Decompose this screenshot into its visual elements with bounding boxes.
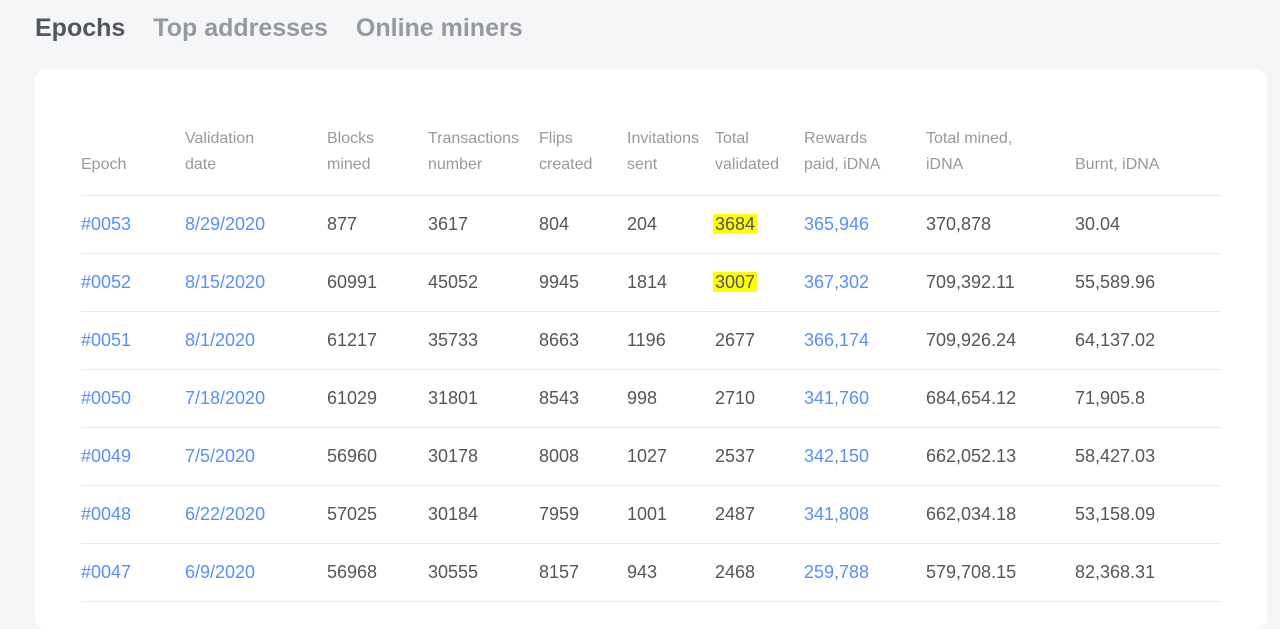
table-row: #0050 7/18/2020 61029 31801 8543 998 271… (81, 369, 1221, 428)
table-row: #0052 8/15/2020 60991 45052 9945 1814 30… (81, 253, 1221, 312)
burnt-cell: 53,158.09 (1075, 485, 1221, 544)
rewards-link[interactable]: 365,946 (804, 214, 869, 234)
total-mined-cell: 709,926.24 (926, 311, 1075, 370)
header-transactions-number: Transactions number (428, 109, 539, 196)
rewards-link[interactable]: 341,760 (804, 388, 869, 408)
transactions-cell: 35733 (428, 311, 539, 370)
rewards-link[interactable]: 342,150 (804, 446, 869, 466)
tab-top-addresses[interactable]: Top addresses (153, 14, 328, 43)
burnt-cell: 58,427.03 (1075, 427, 1221, 486)
blocks-mined-cell: 877 (327, 195, 428, 254)
total-mined-cell: 709,392.11 (926, 253, 1075, 312)
epochs-table: Epoch Validation date Blocks mined Transac… (81, 109, 1221, 602)
tab-bar: Epochs Top addresses Online miners (35, 14, 523, 43)
burnt-cell: 55,589.96 (1075, 253, 1221, 312)
flips-cell: 8543 (539, 369, 627, 428)
table-row: #0053 8/29/2020 877 3617 804 204 3684 36… (81, 195, 1221, 254)
blocks-mined-cell: 60991 (327, 253, 428, 312)
transactions-cell: 30555 (428, 543, 539, 602)
epochs-card: Epoch Validation date Blocks mined Transac… (35, 69, 1267, 629)
total-mined-cell: 370,878 (926, 195, 1075, 254)
invitations-cell: 1001 (627, 485, 715, 544)
transactions-cell: 3617 (428, 195, 539, 254)
invitations-cell: 1814 (627, 253, 715, 312)
invitations-cell: 998 (627, 369, 715, 428)
blocks-mined-cell: 56968 (327, 543, 428, 602)
date-link[interactable]: 8/1/2020 (185, 330, 255, 350)
epoch-link[interactable]: #0048 (81, 504, 131, 524)
flips-cell: 8157 (539, 543, 627, 602)
blocks-mined-cell: 57025 (327, 485, 428, 544)
invitations-cell: 943 (627, 543, 715, 602)
date-link[interactable]: 7/5/2020 (185, 446, 255, 466)
date-link[interactable]: 6/9/2020 (185, 562, 255, 582)
epoch-link[interactable]: #0049 (81, 446, 131, 466)
total-mined-cell: 684,654.12 (926, 369, 1075, 428)
validated-cell: 2710 (715, 369, 804, 428)
date-link[interactable]: 8/15/2020 (185, 272, 265, 292)
rewards-link[interactable]: 341,808 (804, 504, 869, 524)
flips-cell: 804 (539, 195, 627, 254)
validated-cell: 2537 (715, 427, 804, 486)
burnt-cell: 71,905.8 (1075, 369, 1221, 428)
date-link[interactable]: 7/18/2020 (185, 388, 265, 408)
tab-online-miners[interactable]: Online miners (356, 14, 523, 43)
rewards-link[interactable]: 259,788 (804, 562, 869, 582)
burnt-cell: 30.04 (1075, 195, 1221, 254)
tab-epochs[interactable]: Epochs (35, 14, 125, 43)
invitations-cell: 204 (627, 195, 715, 254)
total-mined-cell: 579,708.15 (926, 543, 1075, 602)
rewards-link[interactable]: 367,302 (804, 272, 869, 292)
invitations-cell: 1027 (627, 427, 715, 486)
blocks-mined-cell: 56960 (327, 427, 428, 486)
burnt-cell: 64,137.02 (1075, 311, 1221, 370)
table-header-row: Epoch Validation date Blocks mined Transac… (81, 109, 1221, 196)
blocks-mined-cell: 61217 (327, 311, 428, 370)
header-invitations-sent: Invitations sent (627, 109, 715, 196)
epoch-link[interactable]: #0047 (81, 562, 131, 582)
date-link[interactable]: 8/29/2020 (185, 214, 265, 234)
burnt-cell: 82,368.31 (1075, 543, 1221, 602)
header-validation-date: Validation date (185, 109, 327, 196)
header-blocks-mined: Blocks mined (327, 109, 428, 196)
header-rewards-paid: Rewards paid, iDNA (804, 109, 926, 196)
total-mined-cell: 662,034.18 (926, 485, 1075, 544)
date-link[interactable]: 6/22/2020 (185, 504, 265, 524)
transactions-cell: 45052 (428, 253, 539, 312)
table-row: #0049 7/5/2020 56960 30178 8008 1027 253… (81, 427, 1221, 486)
validated-highlighted: 3684 (713, 213, 758, 234)
validated-cell: 2468 (715, 543, 804, 602)
rewards-link[interactable]: 366,174 (804, 330, 869, 350)
flips-cell: 9945 (539, 253, 627, 312)
validated-cell: 2487 (715, 485, 804, 544)
header-epoch: Epoch (81, 109, 185, 196)
table-row: #0047 6/9/2020 56968 30555 8157 943 2468… (81, 543, 1221, 602)
header-total-mined: Total mined, iDNA (926, 109, 1075, 196)
flips-cell: 7959 (539, 485, 627, 544)
header-total-validated: Total validated (715, 109, 804, 196)
header-burnt: Burnt, iDNA (1075, 109, 1221, 196)
transactions-cell: 30184 (428, 485, 539, 544)
total-mined-cell: 662,052.13 (926, 427, 1075, 486)
epoch-link[interactable]: #0053 (81, 214, 131, 234)
epoch-link[interactable]: #0050 (81, 388, 131, 408)
validated-cell: 2677 (715, 311, 804, 370)
flips-cell: 8008 (539, 427, 627, 486)
transactions-cell: 31801 (428, 369, 539, 428)
blocks-mined-cell: 61029 (327, 369, 428, 428)
table-row: #0051 8/1/2020 61217 35733 8663 1196 267… (81, 311, 1221, 370)
epoch-link[interactable]: #0051 (81, 330, 131, 350)
table-row: #0048 6/22/2020 57025 30184 7959 1001 24… (81, 485, 1221, 544)
validated-highlighted: 3007 (713, 271, 758, 292)
header-flips-created: Flips created (539, 109, 627, 196)
invitations-cell: 1196 (627, 311, 715, 370)
epoch-link[interactable]: #0052 (81, 272, 131, 292)
flips-cell: 8663 (539, 311, 627, 370)
transactions-cell: 30178 (428, 427, 539, 486)
